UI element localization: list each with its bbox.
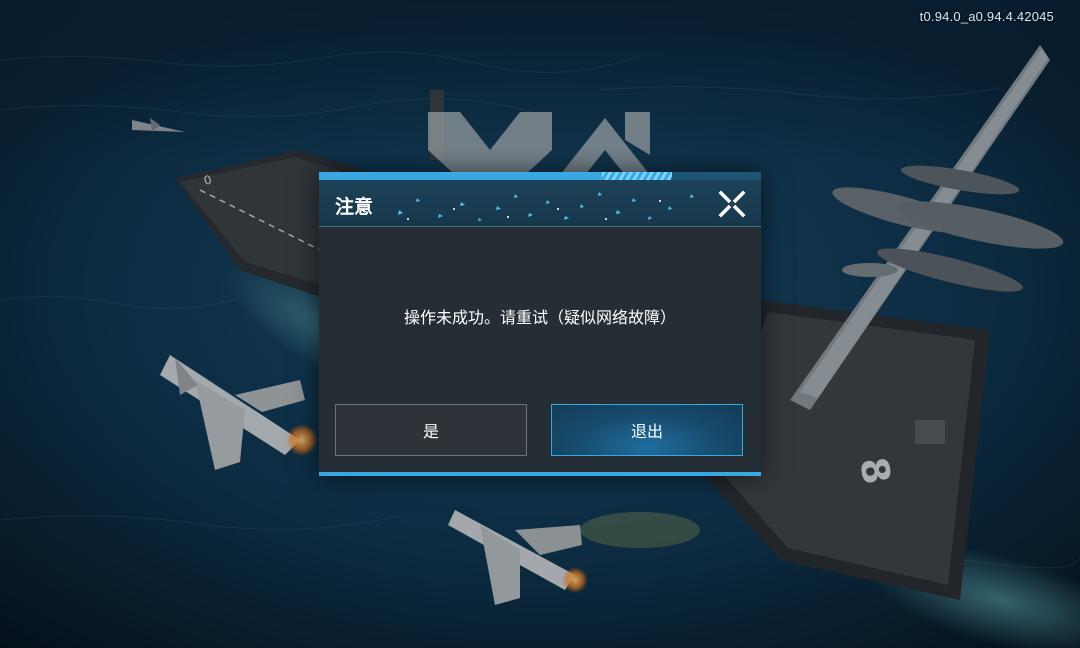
dialog-top-stripes xyxy=(602,172,672,180)
header-particles xyxy=(398,192,694,221)
close-icon xyxy=(718,190,746,218)
dialog-title: 注意 xyxy=(335,196,374,218)
exit-button[interactable]: 退出 xyxy=(551,404,743,456)
dialog-body: 操作未成功。请重试（疑似网络故障） 是 退出 xyxy=(319,227,761,472)
dialog-top-notch xyxy=(671,172,761,180)
notice-dialog: 注意 操作未成功。请重试（疑似网络故障） 是 退出 xyxy=(319,172,761,476)
game-scene: 0 8 t0.94.0_a0.94.4.42045 注意 操作未成功。请重试（疑… xyxy=(0,0,1080,648)
dialog-header: 注意 xyxy=(319,180,761,227)
version-label: t0.94.0_a0.94.4.42045 xyxy=(919,9,1054,24)
confirm-button[interactable]: 是 xyxy=(335,404,527,456)
close-button[interactable] xyxy=(717,189,747,219)
dialog-bottom-accent xyxy=(319,472,761,476)
dialog-message: 操作未成功。请重试（疑似网络故障） xyxy=(403,308,676,327)
